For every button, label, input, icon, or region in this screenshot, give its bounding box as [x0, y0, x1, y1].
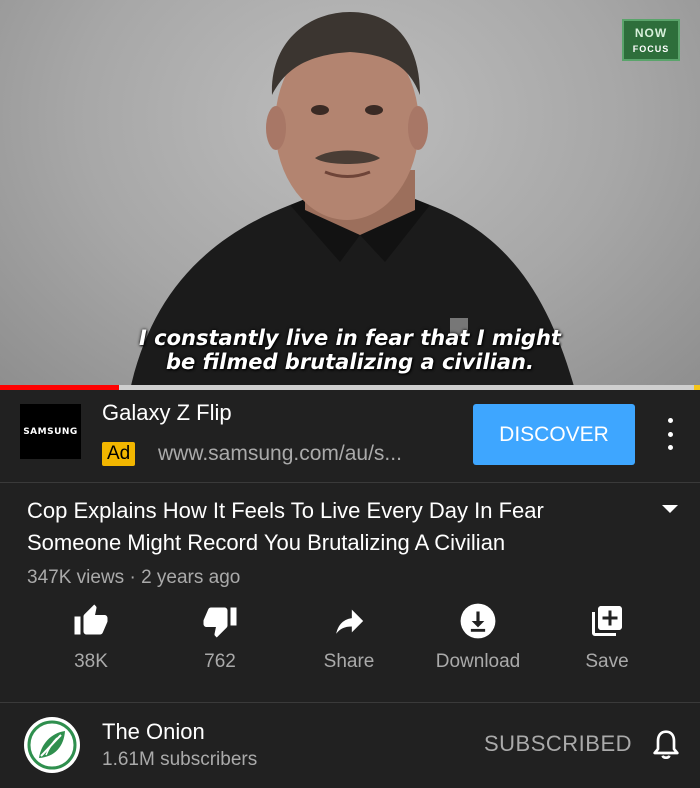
thumb-up-icon — [71, 601, 111, 641]
watermark-top-text: NOW — [634, 26, 668, 40]
dislike-count: 762 — [204, 651, 236, 672]
caption-line: I constantly live in fear that I might — [139, 326, 561, 350]
more-vert-icon[interactable] — [660, 418, 680, 450]
video-title[interactable]: Cop Explains How It Feels To Live Every … — [27, 495, 627, 559]
thumb-down-icon — [200, 601, 240, 641]
bell-icon[interactable] — [650, 727, 682, 763]
action-bar: 38K 762 Share Download Save — [0, 593, 700, 693]
onion-logo-icon[interactable] — [24, 717, 80, 773]
subscribed-button[interactable]: SUBSCRIBED — [484, 731, 632, 757]
discover-button[interactable]: DISCOVER — [473, 404, 635, 465]
channel-name[interactable]: The Onion — [102, 719, 205, 745]
upload-age: 2 years ago — [141, 567, 241, 588]
video-player[interactable]: NOW FOCUS I constantly live in fear that… — [0, 0, 700, 390]
save-button[interactable]: Save — [547, 593, 667, 693]
view-count: 347K views — [27, 567, 125, 588]
advertiser-logo: SAMSUNG — [20, 404, 81, 459]
share-label: Share — [323, 651, 375, 672]
chevron-down-icon[interactable] — [662, 505, 678, 513]
channel-row[interactable]: The Onion 1.61M subscribers SUBSCRIBED — [0, 703, 700, 787]
share-icon — [329, 601, 369, 641]
ad-title[interactable]: Galaxy Z Flip — [102, 400, 232, 426]
video-info: Cop Explains How It Feels To Live Every … — [0, 483, 700, 703]
caption-line: be filmed brutalizing a civilian. — [166, 350, 534, 374]
video-meta: 347K views · 2 years ago — [27, 567, 240, 589]
like-count: 38K — [74, 651, 108, 672]
like-button[interactable]: 38K — [31, 593, 151, 693]
ad-banner[interactable]: SAMSUNG Galaxy Z Flip Ad www.samsung.com… — [0, 390, 700, 483]
subscriber-count: 1.61M subscribers — [102, 749, 258, 770]
playlist-add-icon — [587, 601, 627, 641]
download-label: Download — [435, 651, 521, 672]
share-button[interactable]: Share — [289, 593, 409, 693]
download-button[interactable]: Download — [418, 593, 538, 693]
meta-separator: · — [129, 567, 136, 588]
channel-watermark: NOW FOCUS — [622, 19, 680, 61]
save-label: Save — [585, 651, 629, 672]
ad-badge: Ad — [102, 442, 136, 466]
download-icon — [458, 601, 498, 641]
ad-url[interactable]: www.samsung.com/au/s... — [158, 442, 402, 466]
watermark-bottom-text: FOCUS — [632, 44, 670, 54]
video-caption: I constantly live in fear that I might b… — [0, 326, 700, 374]
dislike-button[interactable]: 762 — [160, 593, 280, 693]
